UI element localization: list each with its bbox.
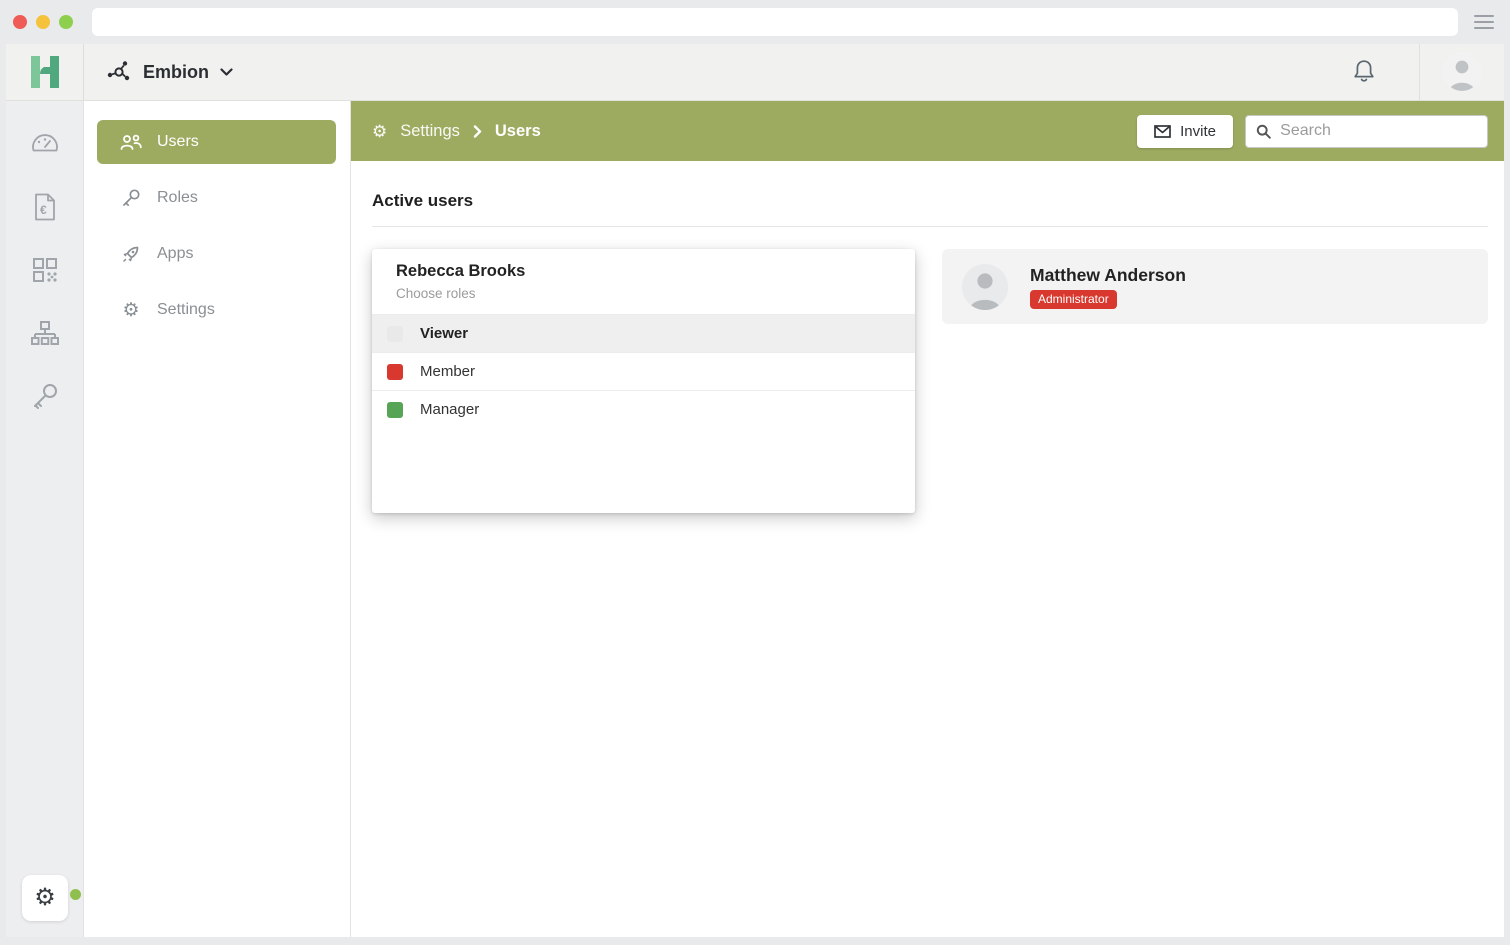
search-box [1245, 115, 1488, 148]
role-option-manager[interactable]: Manager [372, 390, 915, 428]
role-picker-dropdown: Rebecca Brooks Choose roles Viewer Membe… [372, 249, 915, 513]
role-option-member[interactable]: Member [372, 352, 915, 390]
sidebar-item-label: Users [157, 133, 199, 151]
invite-button-label: Invite [1180, 123, 1216, 140]
settings-sidebar: Users Roles [84, 101, 351, 937]
chevron-down-icon [220, 68, 233, 76]
role-picker-header: Rebecca Brooks Choose roles [372, 249, 915, 314]
role-option-label: Manager [420, 401, 479, 418]
key-icon [120, 188, 142, 208]
breadcrumb-users[interactable]: Users [495, 122, 541, 141]
users-icon [120, 134, 142, 150]
sidebar-item-label: Apps [157, 245, 193, 263]
role-picker-prompt: Choose roles [396, 286, 891, 301]
gear-icon: ⚙ [120, 301, 142, 320]
invite-button[interactable]: Invite [1137, 115, 1233, 148]
role-option-viewer[interactable]: Viewer [372, 314, 915, 352]
close-window-button[interactable] [13, 15, 27, 29]
window-controls [13, 15, 73, 29]
apps-grid-icon[interactable] [28, 253, 62, 287]
envelope-icon [1154, 125, 1171, 138]
account-menu-button[interactable] [1420, 44, 1504, 100]
main-content: Active users Rebecca Brooks Choose roles… [351, 161, 1504, 937]
key-icon[interactable] [28, 379, 62, 413]
bell-icon [1351, 58, 1377, 86]
svg-text:€: € [40, 203, 47, 217]
role-picker-user-name: Rebecca Brooks [396, 262, 891, 281]
status-dot [70, 889, 81, 900]
breadcrumb: ⚙ Settings Users [372, 122, 541, 141]
app-logo [6, 44, 84, 100]
user-avatar [1443, 53, 1481, 91]
dashboard-gauge-icon[interactable] [28, 127, 62, 161]
organization-switcher[interactable]: Embion [84, 44, 233, 100]
sidebar-item-label: Roles [157, 189, 198, 207]
invoice-document-icon[interactable]: € [28, 190, 62, 224]
rail-settings-button[interactable]: ⚙ [22, 875, 68, 921]
role-option-label: Viewer [420, 325, 468, 342]
notifications-button[interactable] [1351, 44, 1419, 100]
role-badge: Administrator [1030, 290, 1117, 309]
sidebar-item-settings[interactable]: ⚙ Settings [97, 288, 336, 332]
user-card-matthew-anderson[interactable]: Matthew Anderson Administrator [942, 249, 1488, 324]
hub-icon [106, 59, 132, 85]
search-icon [1256, 123, 1271, 140]
zoom-window-button[interactable] [59, 15, 73, 29]
h-logo-icon [28, 54, 62, 90]
user-name: Matthew Anderson [1030, 265, 1186, 286]
sidebar-item-roles[interactable]: Roles [97, 176, 336, 220]
user-avatar [962, 264, 1008, 310]
role-color-swatch [387, 364, 403, 380]
gear-icon: ⚙ [372, 123, 387, 140]
sitemap-icon[interactable] [28, 316, 62, 350]
role-color-swatch [387, 402, 403, 418]
sidebar-item-apps[interactable]: Apps [97, 232, 336, 276]
chevron-right-icon [473, 125, 482, 138]
gear-icon: ⚙ [34, 886, 56, 910]
title-divider [372, 226, 1488, 227]
icon-rail: € [6, 101, 84, 937]
page-header: ⚙ Settings Users Invite [351, 101, 1504, 161]
role-option-label: Member [420, 363, 475, 380]
app-window: Embion [6, 44, 1504, 937]
page-title: Active users [372, 191, 1488, 211]
search-input[interactable] [1280, 122, 1477, 140]
rocket-icon [120, 244, 142, 264]
role-color-swatch [387, 326, 403, 342]
minimize-window-button[interactable] [36, 15, 50, 29]
sidebar-item-users[interactable]: Users [97, 120, 336, 164]
organization-name: Embion [143, 62, 209, 83]
sidebar-item-label: Settings [157, 301, 215, 319]
browser-chrome [0, 0, 1510, 44]
app-topbar: Embion [6, 44, 1504, 101]
address-bar[interactable] [92, 8, 1458, 36]
browser-menu-icon[interactable] [1474, 15, 1494, 29]
breadcrumb-settings[interactable]: Settings [400, 122, 460, 141]
